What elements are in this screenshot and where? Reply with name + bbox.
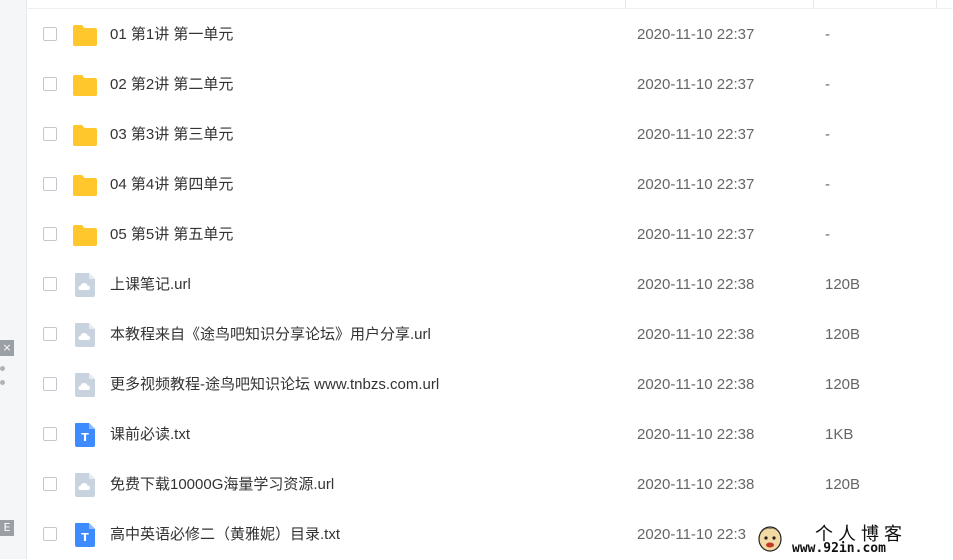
- file-size: 120B: [825, 276, 861, 293]
- panel-indicator-dot: [0, 366, 5, 371]
- modified-date: 2020-11-10 22:38: [637, 276, 755, 293]
- row-checkbox[interactable]: [43, 527, 57, 541]
- url-file-icon: [72, 473, 98, 497]
- modified-date: 2020-11-10 22:37: [637, 26, 755, 43]
- left-panel-strip: × E: [0, 0, 27, 559]
- txt-glyph: T: [81, 531, 89, 544]
- modified-date: 2020-11-10 22:37: [637, 176, 755, 193]
- close-panel-button[interactable]: ×: [0, 340, 14, 356]
- column-separator[interactable]: [813, 0, 814, 8]
- file-size: 120B: [825, 326, 861, 343]
- panel-indicator-dot: [0, 380, 5, 385]
- file-name[interactable]: 高中英语必修二（黄雅妮）目录.txt: [110, 525, 340, 545]
- folder-icon: [72, 123, 98, 147]
- modified-date: 2020-11-10 22:37: [637, 76, 755, 93]
- modified-date: 2020-11-10 22:38: [637, 376, 755, 393]
- file-size: 1KB: [825, 426, 854, 443]
- panel-collapse-button[interactable]: E: [0, 520, 14, 536]
- file-size: 120B: [825, 376, 861, 393]
- row-checkbox[interactable]: [43, 27, 57, 41]
- file-row[interactable]: 05 第5讲 第五单元 2020-11-10 22:37 -: [26, 210, 953, 260]
- row-checkbox[interactable]: [43, 77, 57, 91]
- file-row[interactable]: 更多视频教程-途鸟吧知识论坛 www.tnbzs.com.url 2020-11-…: [26, 360, 953, 410]
- txt-glyph: T: [81, 431, 89, 444]
- modified-date: 2020-11-10 22:37: [637, 226, 755, 243]
- row-checkbox[interactable]: [43, 427, 57, 441]
- row-checkbox[interactable]: [43, 277, 57, 291]
- file-row[interactable]: 免费下载10000G海量学习资源.url 2020-11-10 22:38 120B: [26, 460, 953, 510]
- file-row[interactable]: 本教程来自《途鸟吧知识分享论坛》用户分享.url 2020-11-10 22:38…: [26, 310, 953, 360]
- modified-date: 2020-11-10 22:38: [637, 426, 755, 443]
- file-name[interactable]: 05 第5讲 第五单元: [110, 225, 233, 245]
- file-size: -: [825, 126, 830, 143]
- file-name[interactable]: 免费下载10000G海量学习资源.url: [110, 475, 334, 495]
- file-name[interactable]: 更多视频教程-途鸟吧知识论坛 www.tnbzs.com.url: [110, 375, 439, 395]
- modified-date: 2020-11-10 22:3: [637, 526, 746, 543]
- row-checkbox[interactable]: [43, 177, 57, 191]
- file-size: -: [825, 26, 830, 43]
- file-name[interactable]: 02 第2讲 第二单元: [110, 75, 233, 95]
- url-file-icon: [72, 323, 98, 347]
- modified-date: 2020-11-10 22:37: [637, 126, 755, 143]
- file-list: 01 第1讲 第一单元 2020-11-10 22:37 - 02 第2讲 第二单元 2…: [26, 0, 953, 559]
- file-name[interactable]: 04 第4讲 第四单元: [110, 175, 233, 195]
- folder-icon: [72, 223, 98, 247]
- file-row[interactable]: 03 第3讲 第三单元 2020-11-10 22:37 -: [26, 110, 953, 160]
- file-row[interactable]: 上课笔记.url 2020-11-10 22:38 120B: [26, 260, 953, 310]
- row-checkbox[interactable]: [43, 127, 57, 141]
- file-name[interactable]: 03 第3讲 第三单元: [110, 125, 233, 145]
- txt-file-icon: T: [72, 523, 98, 547]
- row-checkbox[interactable]: [43, 477, 57, 491]
- column-separator[interactable]: [625, 0, 626, 8]
- file-name[interactable]: 上课笔记.url: [110, 275, 191, 295]
- modified-date: 2020-11-10 22:38: [637, 476, 755, 493]
- file-name[interactable]: 01 第1讲 第一单元: [110, 25, 233, 45]
- file-row[interactable]: T 课前必读.txt 2020-11-10 22:38 1KB: [26, 410, 953, 460]
- file-row[interactable]: 01 第1讲 第一单元 2020-11-10 22:37 -: [26, 10, 953, 60]
- file-name[interactable]: 课前必读.txt: [110, 425, 190, 445]
- file-row[interactable]: 04 第4讲 第四单元 2020-11-10 22:37 -: [26, 160, 953, 210]
- folder-icon: [72, 173, 98, 197]
- row-checkbox[interactable]: [43, 327, 57, 341]
- folder-icon: [72, 23, 98, 47]
- blog-watermark: 个人博客 www.92in.com: [755, 519, 953, 559]
- cartoon-face-icon: [758, 526, 782, 552]
- file-size: -: [825, 176, 830, 193]
- file-name[interactable]: 本教程来自《途鸟吧知识分享论坛》用户分享.url: [110, 325, 431, 345]
- row-checkbox[interactable]: [43, 227, 57, 241]
- txt-file-icon: T: [72, 423, 98, 447]
- url-file-icon: [72, 373, 98, 397]
- file-size: 120B: [825, 476, 861, 493]
- modified-date: 2020-11-10 22:38: [637, 326, 755, 343]
- file-size: -: [825, 76, 830, 93]
- watermark-url: www.92in.com: [792, 541, 886, 556]
- file-size: -: [825, 226, 830, 243]
- folder-icon: [72, 73, 98, 97]
- url-file-icon: [72, 273, 98, 297]
- row-checkbox[interactable]: [43, 377, 57, 391]
- file-row[interactable]: 02 第2讲 第二单元 2020-11-10 22:37 -: [26, 60, 953, 110]
- column-separator[interactable]: [936, 0, 937, 8]
